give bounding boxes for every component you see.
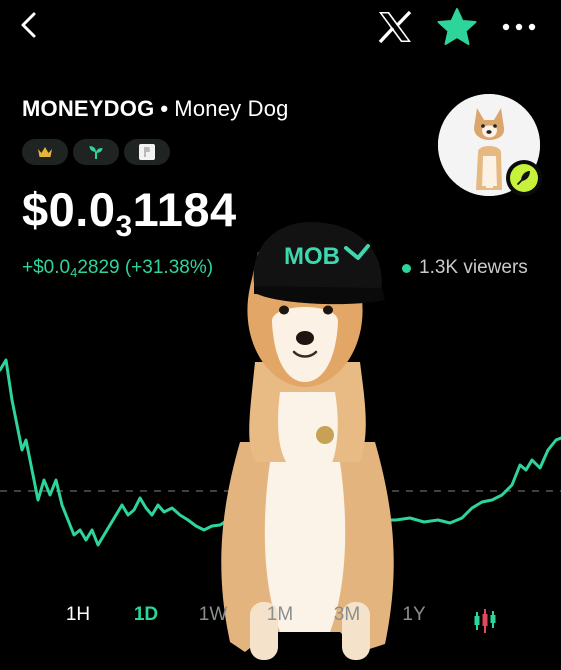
back-button[interactable] <box>14 8 44 42</box>
title-separator: • <box>160 96 169 121</box>
star-icon[interactable] <box>436 6 478 48</box>
chevron-left-icon <box>21 12 36 38</box>
range-1m[interactable]: 1M <box>267 604 293 626</box>
price-change: +$0.042829 (+31.38%) <box>22 257 213 280</box>
shiba-dog-image: MOB <box>221 222 394 660</box>
crown-icon <box>38 146 52 157</box>
viewer-count: 1.3K viewers <box>402 257 528 279</box>
range-1w[interactable]: 1W <box>199 604 228 626</box>
token-name: Money Dog <box>174 96 289 121</box>
range-3m[interactable]: 3M <box>334 604 360 626</box>
change-prefix: +$0.0 <box>22 257 71 278</box>
token-price: $0.031184 <box>22 182 237 244</box>
range-1d[interactable]: 1D <box>134 604 158 626</box>
range-1y[interactable]: 1Y <box>402 604 425 626</box>
website-icon <box>139 144 155 160</box>
token-title: MONEYDOG • Money Dog <box>22 96 289 122</box>
change-digits: 2829 (+31.38%) <box>77 257 214 278</box>
sprout-icon <box>89 146 103 159</box>
website-badge[interactable] <box>124 139 170 165</box>
feather-icon <box>517 171 530 185</box>
cap-logo-text: MOB <box>284 243 340 270</box>
more-dots-icon[interactable] <box>498 16 540 38</box>
price-prefix: $0.0 <box>22 183 116 236</box>
price-zero-count: 3 <box>115 210 133 243</box>
feather-badge <box>506 160 542 196</box>
x-logo-icon[interactable] <box>376 10 414 44</box>
range-1h[interactable]: 1H <box>66 604 90 626</box>
candlestick-icon[interactable] <box>472 606 498 636</box>
token-symbol: MONEYDOG <box>22 96 155 121</box>
crown-badge[interactable] <box>22 139 68 165</box>
viewer-label: 1.3K viewers <box>419 257 528 278</box>
live-dot-icon <box>402 263 411 273</box>
sprout-badge[interactable] <box>73 139 119 165</box>
